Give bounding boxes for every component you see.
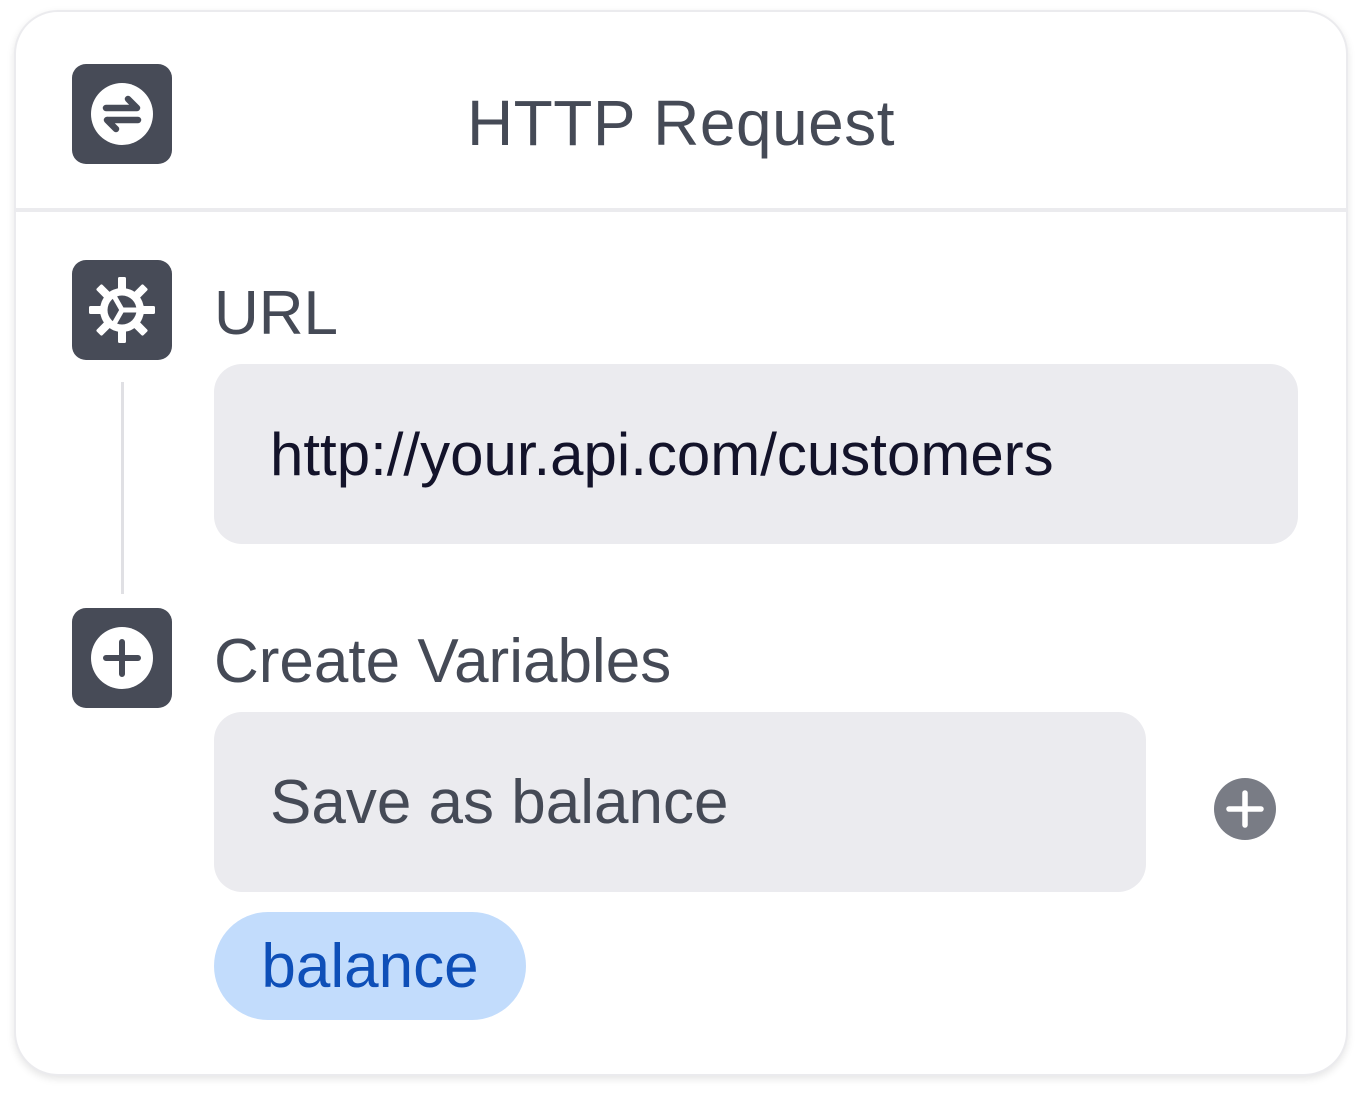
url-input[interactable]: http://your.api.com/customers [214, 364, 1298, 544]
plus-circle-icon [72, 608, 172, 708]
step-connector-line [121, 382, 124, 594]
create-variables-label: Create Variables [214, 627, 672, 696]
http-request-card: HTTP Request URL http://your.api.com/cus… [14, 10, 1348, 1076]
add-variable-button[interactable] [1214, 778, 1276, 840]
gear-icon [72, 260, 172, 360]
variable-chip-balance[interactable]: balance [214, 912, 526, 1020]
save-as-variable-input[interactable]: Save as balance [214, 712, 1146, 892]
url-section-label: URL [214, 279, 339, 348]
card-header: HTTP Request [16, 12, 1346, 212]
plus-icon [1226, 790, 1264, 828]
page-title: HTTP Request [466, 87, 896, 159]
